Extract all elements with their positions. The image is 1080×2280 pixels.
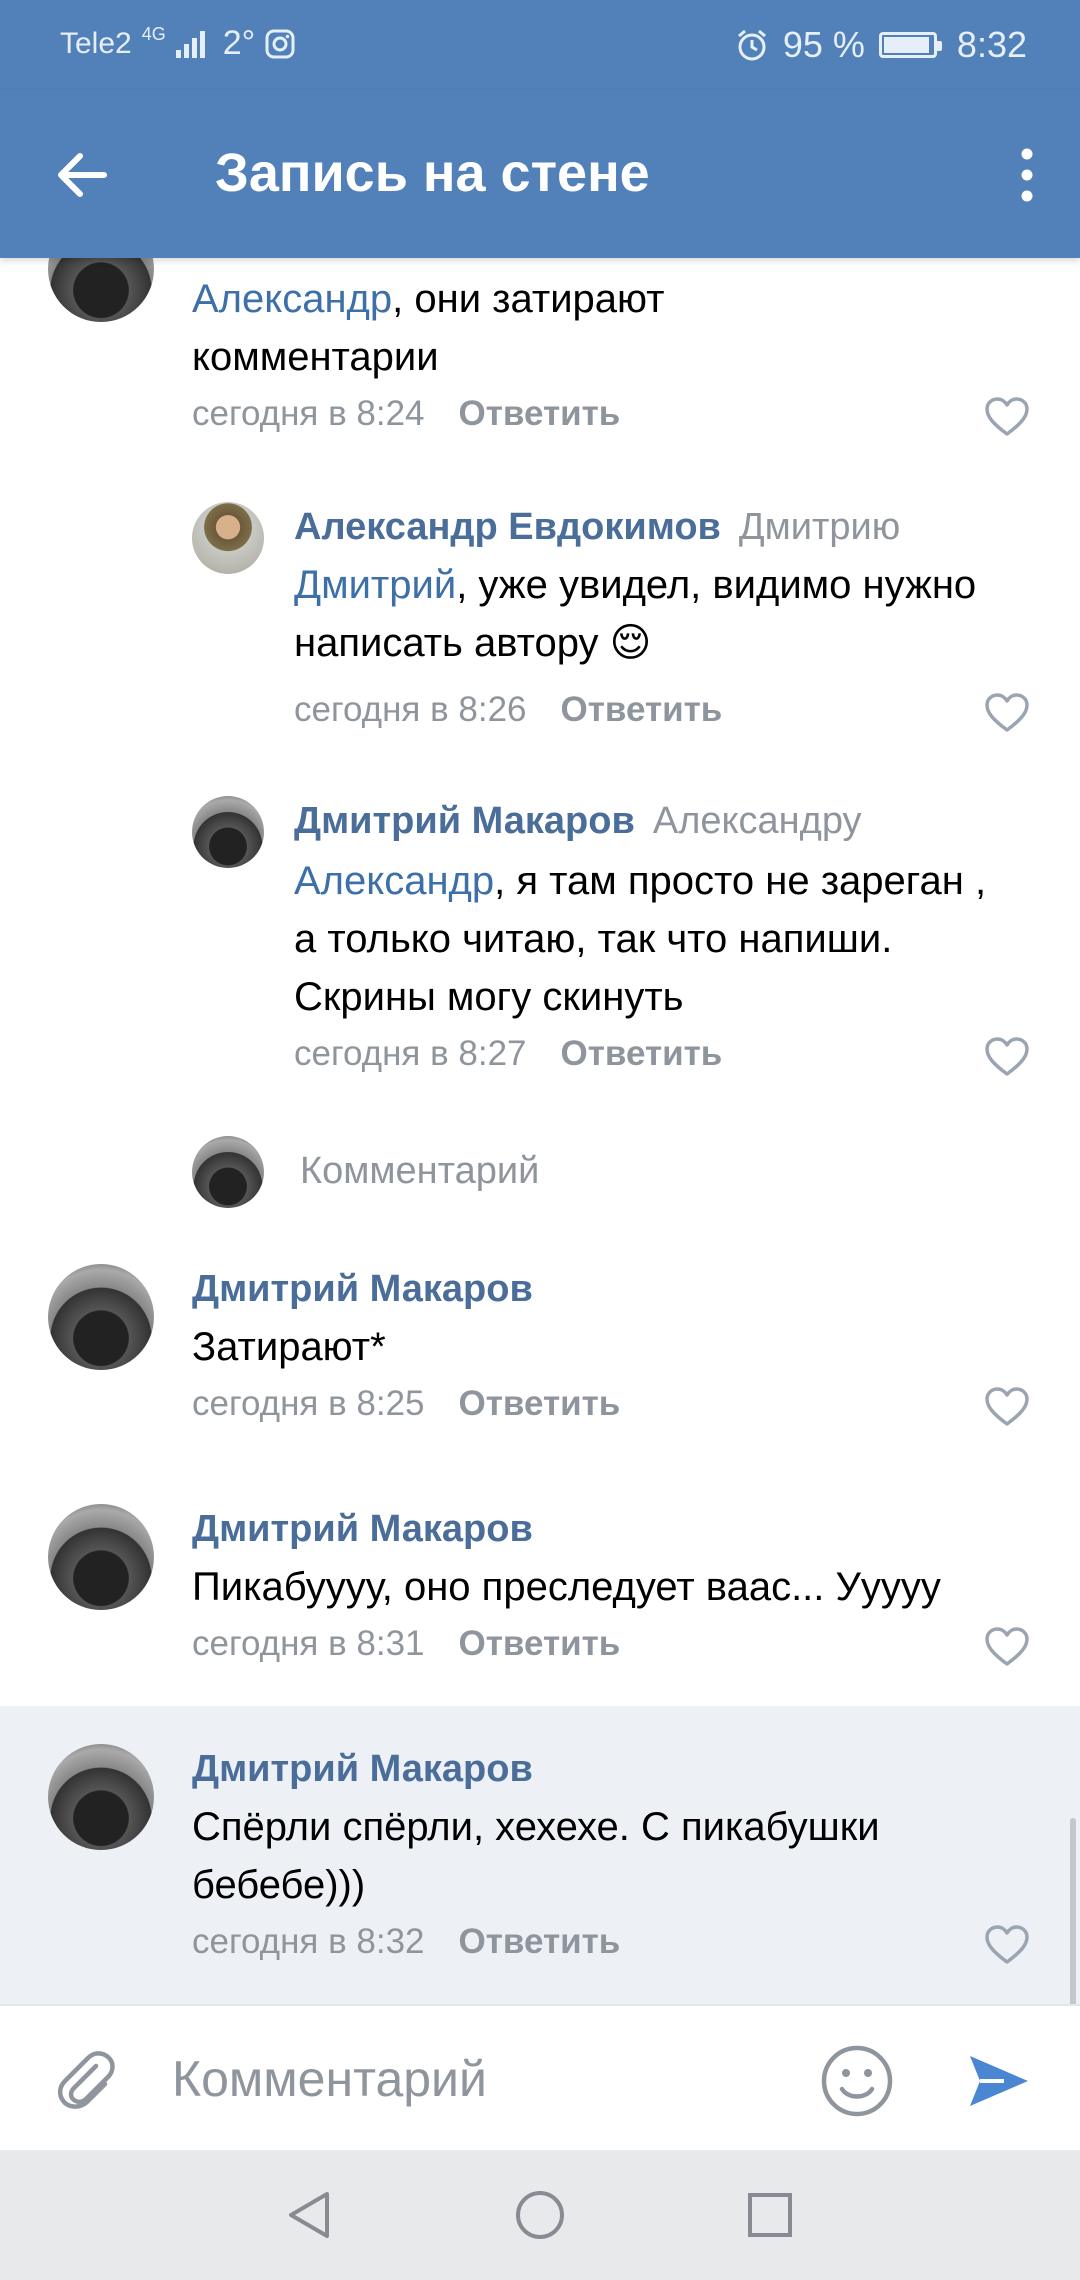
reply-to-label: Александру (652, 800, 862, 842)
comment-time: сегодня в 8:32 (192, 1922, 425, 1961)
nav-home-button[interactable] (515, 2190, 565, 2240)
signal-icon (175, 30, 205, 58)
scrollbar[interactable] (1070, 1818, 1076, 2004)
like-button[interactable] (984, 1036, 1030, 1078)
avatar (192, 1136, 264, 1208)
app-bar: Запись на стене (0, 90, 1080, 258)
comment-time: сегодня в 8:26 (294, 690, 527, 729)
comment-meta: сегодня в 8:32 Ответить (192, 1922, 620, 1962)
battery-icon (878, 32, 942, 58)
like-button[interactable] (984, 396, 1030, 438)
thread-reply-input[interactable]: Комментарий (300, 1150, 539, 1193)
comment-text: Александр, я там просто не зареган , а т… (294, 859, 987, 1019)
reply-button[interactable]: Ответить (459, 1922, 621, 1961)
comment-time: сегодня в 8:27 (294, 1034, 527, 1073)
instagram-icon (265, 29, 295, 58)
comment-author[interactable]: Дмитрий Макаров (192, 1748, 533, 1791)
like-button[interactable] (984, 1626, 1030, 1668)
avatar[interactable] (48, 1504, 154, 1610)
clock: 8:32 (956, 24, 1027, 65)
back-button[interactable] (48, 140, 118, 210)
avatar[interactable] (48, 1744, 154, 1850)
avatar[interactable] (192, 502, 264, 574)
comment-text: Спёрли спёрли, хехехе. С пикабушки бебеб… (192, 1805, 880, 1907)
carrier-label: Tele2 (60, 26, 132, 60)
reply-button[interactable]: Ответить (561, 1034, 723, 1073)
paperclip-icon (57, 2051, 115, 2109)
temperature-label: 2° (222, 24, 256, 62)
comment-time: сегодня в 8:24 (192, 394, 425, 433)
comment-meta: сегодня в 8:27 Ответить (294, 1034, 722, 1074)
send-button[interactable] (964, 2046, 1034, 2116)
network-label: 4G (141, 24, 166, 44)
comment-author[interactable]: Дмитрий Макаров (192, 1268, 533, 1311)
emoji-button[interactable] (820, 2044, 894, 2118)
reply-to-label: Дмитрию (738, 506, 901, 548)
comments-feed[interactable]: Александр, они затирают комментарии сего… (0, 258, 1080, 2004)
triangle-back-icon (289, 2192, 329, 2238)
status-right: 95 % 8:32 (735, 24, 1027, 66)
avatar[interactable] (48, 1264, 154, 1370)
reply-button[interactable]: Ответить (459, 1624, 621, 1663)
battery-percent: 95 % (782, 24, 865, 65)
smiley-icon (821, 2045, 893, 2117)
heart-icon (985, 693, 1029, 732)
arrow-left-icon (58, 153, 107, 197)
comment-time: сегодня в 8:31 (192, 1624, 425, 1663)
comment-text: Затирают* (192, 1325, 386, 1369)
square-recents-icon (748, 2193, 792, 2237)
more-vertical-icon (1021, 148, 1033, 202)
comment-text: Дмитрий, уже увидел, видимо нужно написа… (294, 563, 977, 665)
comment-text: Пикабуууу, оно преследует ваас... Ууууу (192, 1565, 941, 1609)
like-button[interactable] (984, 692, 1030, 734)
comment-time: сегодня в 8:25 (192, 1384, 425, 1423)
nav-recents-button[interactable] (745, 2190, 795, 2240)
comment-meta: сегодня в 8:31 Ответить (192, 1624, 620, 1664)
mention-link[interactable]: Александр (192, 277, 392, 321)
reply-button[interactable]: Ответить (561, 690, 723, 729)
comment-author[interactable]: Александр Евдокимов Дмитрию (294, 506, 900, 549)
comment-text: Александр, они затирают комментарии (192, 277, 665, 379)
nav-back-button[interactable] (285, 2190, 335, 2240)
status-left: Tele2 4G 2° (60, 24, 295, 63)
comment-meta: сегодня в 8:25 Ответить (192, 1384, 620, 1424)
like-button[interactable] (984, 1924, 1030, 1966)
page-title: Запись на стене (215, 143, 650, 203)
system-nav-bar (0, 2150, 1080, 2280)
alarm-icon (737, 29, 766, 61)
comment-meta: сегодня в 8:26 Ответить (294, 690, 722, 730)
comment-author[interactable]: Дмитрий Макаров Александру (294, 800, 862, 843)
like-button[interactable] (984, 1386, 1030, 1428)
heart-icon (985, 1387, 1029, 1426)
send-icon (970, 2056, 1028, 2106)
more-menu-button[interactable] (1002, 140, 1052, 210)
heart-icon (985, 1925, 1029, 1964)
heart-icon (985, 1627, 1029, 1666)
mention-link[interactable]: Александр (294, 859, 494, 903)
circle-home-icon (516, 2191, 564, 2239)
status-bar: Tele2 4G 2° 95 % 8:32 (0, 0, 1080, 90)
heart-icon (985, 397, 1029, 436)
compose-bar: Комментарий (0, 2004, 1080, 2152)
reply-button[interactable]: Ответить (459, 1384, 621, 1423)
attach-button[interactable] (50, 2044, 120, 2114)
mention-link[interactable]: Дмитрий (294, 563, 456, 607)
comment-meta: сегодня в 8:24 Ответить (192, 394, 620, 434)
heart-icon (985, 1037, 1029, 1076)
reply-button[interactable]: Ответить (459, 394, 621, 433)
avatar[interactable] (192, 796, 264, 868)
comment-author[interactable]: Дмитрий Макаров (192, 1508, 533, 1551)
comment-input[interactable]: Комментарий (172, 2050, 487, 2108)
avatar[interactable] (48, 258, 154, 322)
